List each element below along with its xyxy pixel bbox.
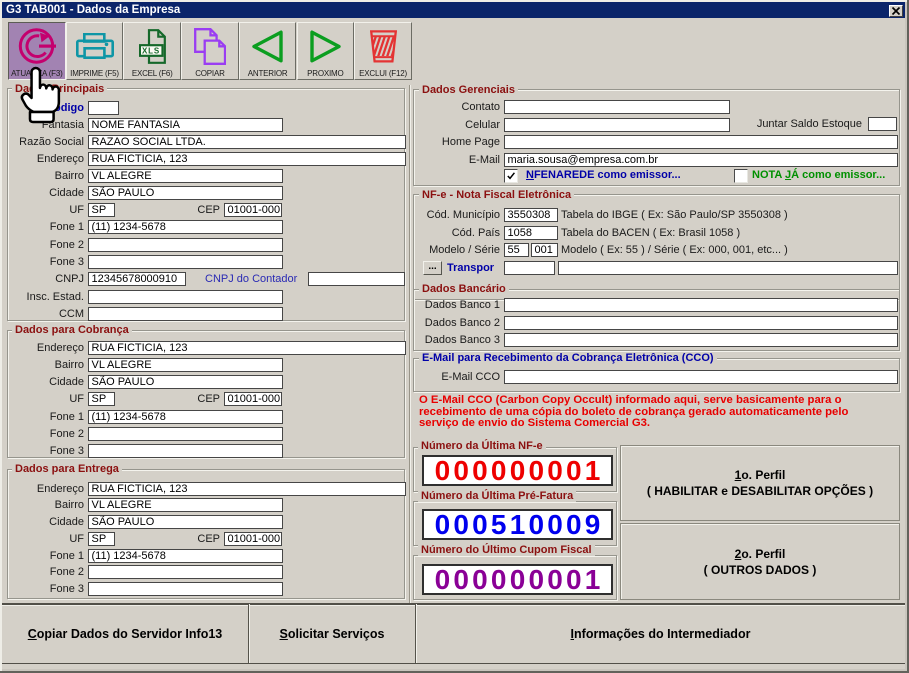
svg-text:XLS: XLS [142, 46, 160, 55]
